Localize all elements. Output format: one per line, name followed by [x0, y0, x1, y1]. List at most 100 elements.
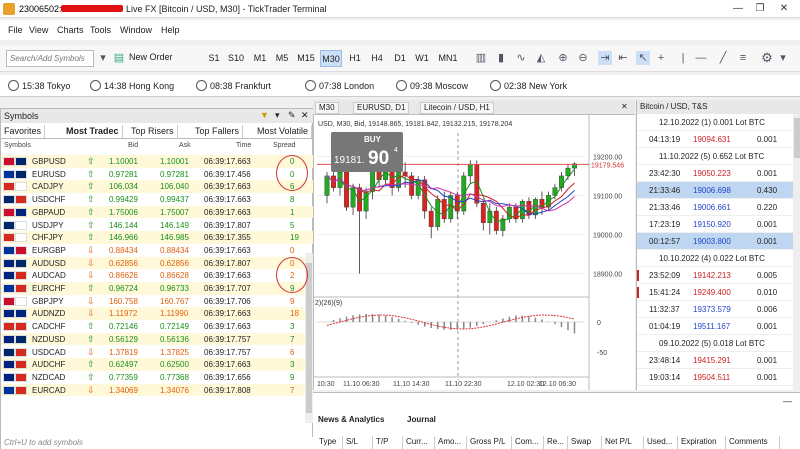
filter-icon[interactable]: ▼	[260, 110, 269, 120]
timeframe-m5[interactable]: M5	[272, 50, 292, 67]
timeframe-h4[interactable]: H4	[367, 50, 387, 67]
symbol-row[interactable]: GBPAUD ⇧ 1.75006 1.75007 06:39:17.663 1	[1, 205, 314, 219]
column-header-gross-p-l[interactable]: Gross P/L	[467, 436, 512, 449]
candlestick-icon[interactable]: ▮	[494, 51, 508, 65]
zoom-in-icon[interactable]: ⊕	[556, 51, 570, 65]
symbol-row[interactable]: EURCAD ⇩ 1.34069 1.34076 06:39:17.808 7	[1, 383, 314, 397]
ts-trade-row[interactable]: 21:33:46 19006.698 0.430	[637, 182, 793, 199]
gear-icon[interactable]: ⚙	[760, 51, 774, 65]
column-header-expiration[interactable]: Expiration	[678, 436, 726, 449]
timeframe-m1[interactable]: M1	[250, 50, 270, 67]
timeframe-w1[interactable]: W1	[412, 50, 432, 67]
ts-trade-row[interactable]: 23:42:30 19050.223 0.001	[637, 165, 793, 182]
column-header-used[interactable]: Used...	[644, 436, 678, 449]
tab-top-risers[interactable]: Top Risers	[128, 125, 178, 138]
symbol-row[interactable]: USDCHF ⇧ 0.99429 0.99437 06:39:17.663 8	[1, 193, 314, 206]
col-header-symbols[interactable]: Symbols	[4, 142, 31, 149]
crosshair-icon[interactable]: +	[654, 51, 668, 65]
column-header-comments[interactable]: Comments	[726, 436, 780, 449]
column-header-com[interactable]: Com...	[512, 436, 544, 449]
ts-date-header[interactable]: 10.10.2022 (4) 0.022 Lot BTC	[637, 250, 793, 267]
symbol-row[interactable]: GBPUSD ⇧ 1.10001 1.10001 06:39:17.663 0	[1, 155, 314, 168]
timeframe-d1[interactable]: D1	[390, 50, 410, 67]
ts-trade-row[interactable]: 23:52:09 19142.213 0.005	[637, 267, 793, 284]
column-header-swap[interactable]: Swap	[568, 436, 602, 449]
settings-dropdown-icon[interactable]: ▾	[776, 51, 790, 65]
symbol-search-input[interactable]	[6, 50, 94, 67]
ts-trade-row[interactable]: 19:03:14 19504.511 0.001	[637, 369, 793, 386]
ts-date-header[interactable]: 12.10.2022 (1) 0.001 Lot BTC	[637, 114, 793, 131]
symbol-row[interactable]: EURGBP ⇩ 0.88434 0.88434 06:39:17.663 0	[1, 244, 314, 257]
tab-top-fallers[interactable]: Top Fallers	[192, 125, 244, 138]
chart-tab-litecoin[interactable]: Litecoin / USD, H1	[420, 102, 494, 114]
minimize-button[interactable]: —	[730, 2, 746, 16]
horizontal-line-icon[interactable]: —	[694, 51, 708, 65]
tab-favorites[interactable]: Favorites	[1, 125, 46, 138]
timeframe-mn1[interactable]: MN1	[436, 50, 460, 67]
timeframe-s1[interactable]: S1	[204, 50, 224, 67]
ts-date-header[interactable]: 09.10.2022 (5) 0.018 Lot BTC	[637, 335, 793, 352]
symbol-row[interactable]: EURCHF ⇧ 0.96724 0.96733 06:39:17.707 9	[1, 282, 314, 295]
menu-view[interactable]: View	[29, 25, 48, 35]
pin-icon[interactable]: ✎	[288, 110, 296, 121]
col-header-bid[interactable]: Bid	[128, 142, 138, 149]
symbol-row[interactable]: GBPJPY ⇩ 160.758 160.767 06:39:17.706 9	[1, 295, 314, 308]
column-header-net-p-l[interactable]: Net P/L	[602, 436, 644, 449]
timeframe-m30[interactable]: M30	[320, 50, 342, 67]
panel-minimize-icon[interactable]: —	[783, 396, 792, 406]
vertical-line-icon[interactable]: |	[676, 51, 690, 65]
panel-close-icon[interactable]: ✕	[301, 110, 309, 121]
menu-file[interactable]: File	[8, 25, 23, 35]
ts-trade-row[interactable]: 15:41:24 19249.400 0.010	[637, 284, 793, 301]
column-header-re[interactable]: Re...	[544, 436, 568, 449]
tab-journal[interactable]: Journal	[407, 415, 436, 424]
ts-date-header[interactable]: 11.10.2022 (5) 0.652 Lot BTC	[637, 148, 793, 165]
cursor-icon[interactable]: ↖	[636, 51, 650, 65]
tab-most-traded[interactable]: Most Tradec	[63, 125, 123, 138]
ts-scrollbar[interactable]	[793, 114, 800, 390]
ts-trade-row[interactable]: 04:13:19 19094.631 0.001	[637, 131, 793, 148]
menu-window[interactable]: Window	[120, 25, 152, 35]
ts-trade-row[interactable]: 11:32:37 19373.579 0.006	[637, 301, 793, 318]
symbol-row[interactable]: NZDCAD ⇧ 0.77359 0.77368 06:39:17.656 9	[1, 371, 314, 384]
col-header-spread[interactable]: Spread	[273, 142, 296, 149]
ts-trade-row[interactable]: 23:48:14 19415.291 0.001	[637, 352, 793, 369]
chart-tab-eurusd[interactable]: EURUSD, D1	[353, 102, 410, 114]
symbol-row[interactable]: EURUSD ⇧ 0.97281 0.97281 06:39:17.456 0	[1, 168, 314, 181]
zoom-out-icon[interactable]: ⊖	[576, 51, 590, 65]
col-header-time[interactable]: Time	[236, 142, 251, 149]
close-button[interactable]: ✕	[776, 2, 792, 16]
column-header-t-p[interactable]: T/P	[373, 436, 403, 449]
timeframe-s10[interactable]: S10	[226, 50, 246, 67]
symbol-row[interactable]: USDCAD ⇩ 1.37819 1.37825 06:39:17.757 6	[1, 346, 314, 359]
symbol-row[interactable]: USDJPY ⇧ 146.144 146.149 06:39:17.807 5	[1, 219, 314, 232]
symbol-row[interactable]: AUDCHF ⇧ 0.62497 0.62500 06:39:17.663 3	[1, 358, 314, 371]
search-dropdown-icon[interactable]: ▾	[96, 51, 110, 65]
tab-most-volatile[interactable]: Most Volatile	[254, 125, 313, 138]
menu-tools[interactable]: Tools	[90, 25, 111, 35]
bar-chart-icon[interactable]: ▥	[474, 51, 488, 65]
col-header-ask[interactable]: Ask	[179, 142, 191, 149]
column-header-s-l[interactable]: S/L	[343, 436, 373, 449]
ts-trade-row[interactable]: 17:23:19 19150.920 0.001	[637, 216, 793, 233]
symbol-row[interactable]: CADCHF ⇧ 0.72146 0.72149 06:39:17.663 3	[1, 320, 314, 333]
symbol-row[interactable]: AUDCAD ⇩ 0.86626 0.86628 06:39:17.663 2	[1, 269, 314, 282]
line-chart-icon[interactable]: ∿	[514, 51, 528, 65]
chart-tab-active[interactable]: M30	[315, 102, 339, 114]
ts-trade-row[interactable]: 21:33:46 19006.661 0.220	[637, 199, 793, 216]
chart-shift-icon[interactable]: ⇤	[616, 51, 630, 65]
symbol-row[interactable]: AUDNZD ⇩ 1.11972 1.11990 06:39:17.663 18	[1, 307, 314, 321]
trendline-icon[interactable]: ╱	[716, 51, 730, 65]
ts-trade-row[interactable]: 00:12:57 19003.800 0.001	[637, 233, 793, 250]
column-header-curr[interactable]: Curr...	[403, 436, 435, 449]
menu-charts[interactable]: Charts	[57, 25, 84, 35]
chart-close-icon[interactable]: ✕	[618, 102, 631, 114]
column-header-amo[interactable]: Amo...	[435, 436, 467, 449]
area-chart-icon[interactable]: ◭	[534, 51, 548, 65]
symbol-row[interactable]: NZDUSD ⇧ 0.56129 0.56136 06:39:17.757 7	[1, 332, 314, 346]
symbol-row[interactable]: CADJPY ⇧ 106.034 106.040 06:39:17.663 6	[1, 180, 314, 194]
timeframe-h1[interactable]: H1	[345, 50, 365, 67]
symbol-row[interactable]: CHFJPY ⇧ 146.966 146.985 06:39:17.355 19	[1, 231, 314, 244]
buy-button[interactable]: BUY 19181. 90 4	[331, 132, 403, 172]
maximize-button[interactable]: ❐	[752, 2, 768, 16]
